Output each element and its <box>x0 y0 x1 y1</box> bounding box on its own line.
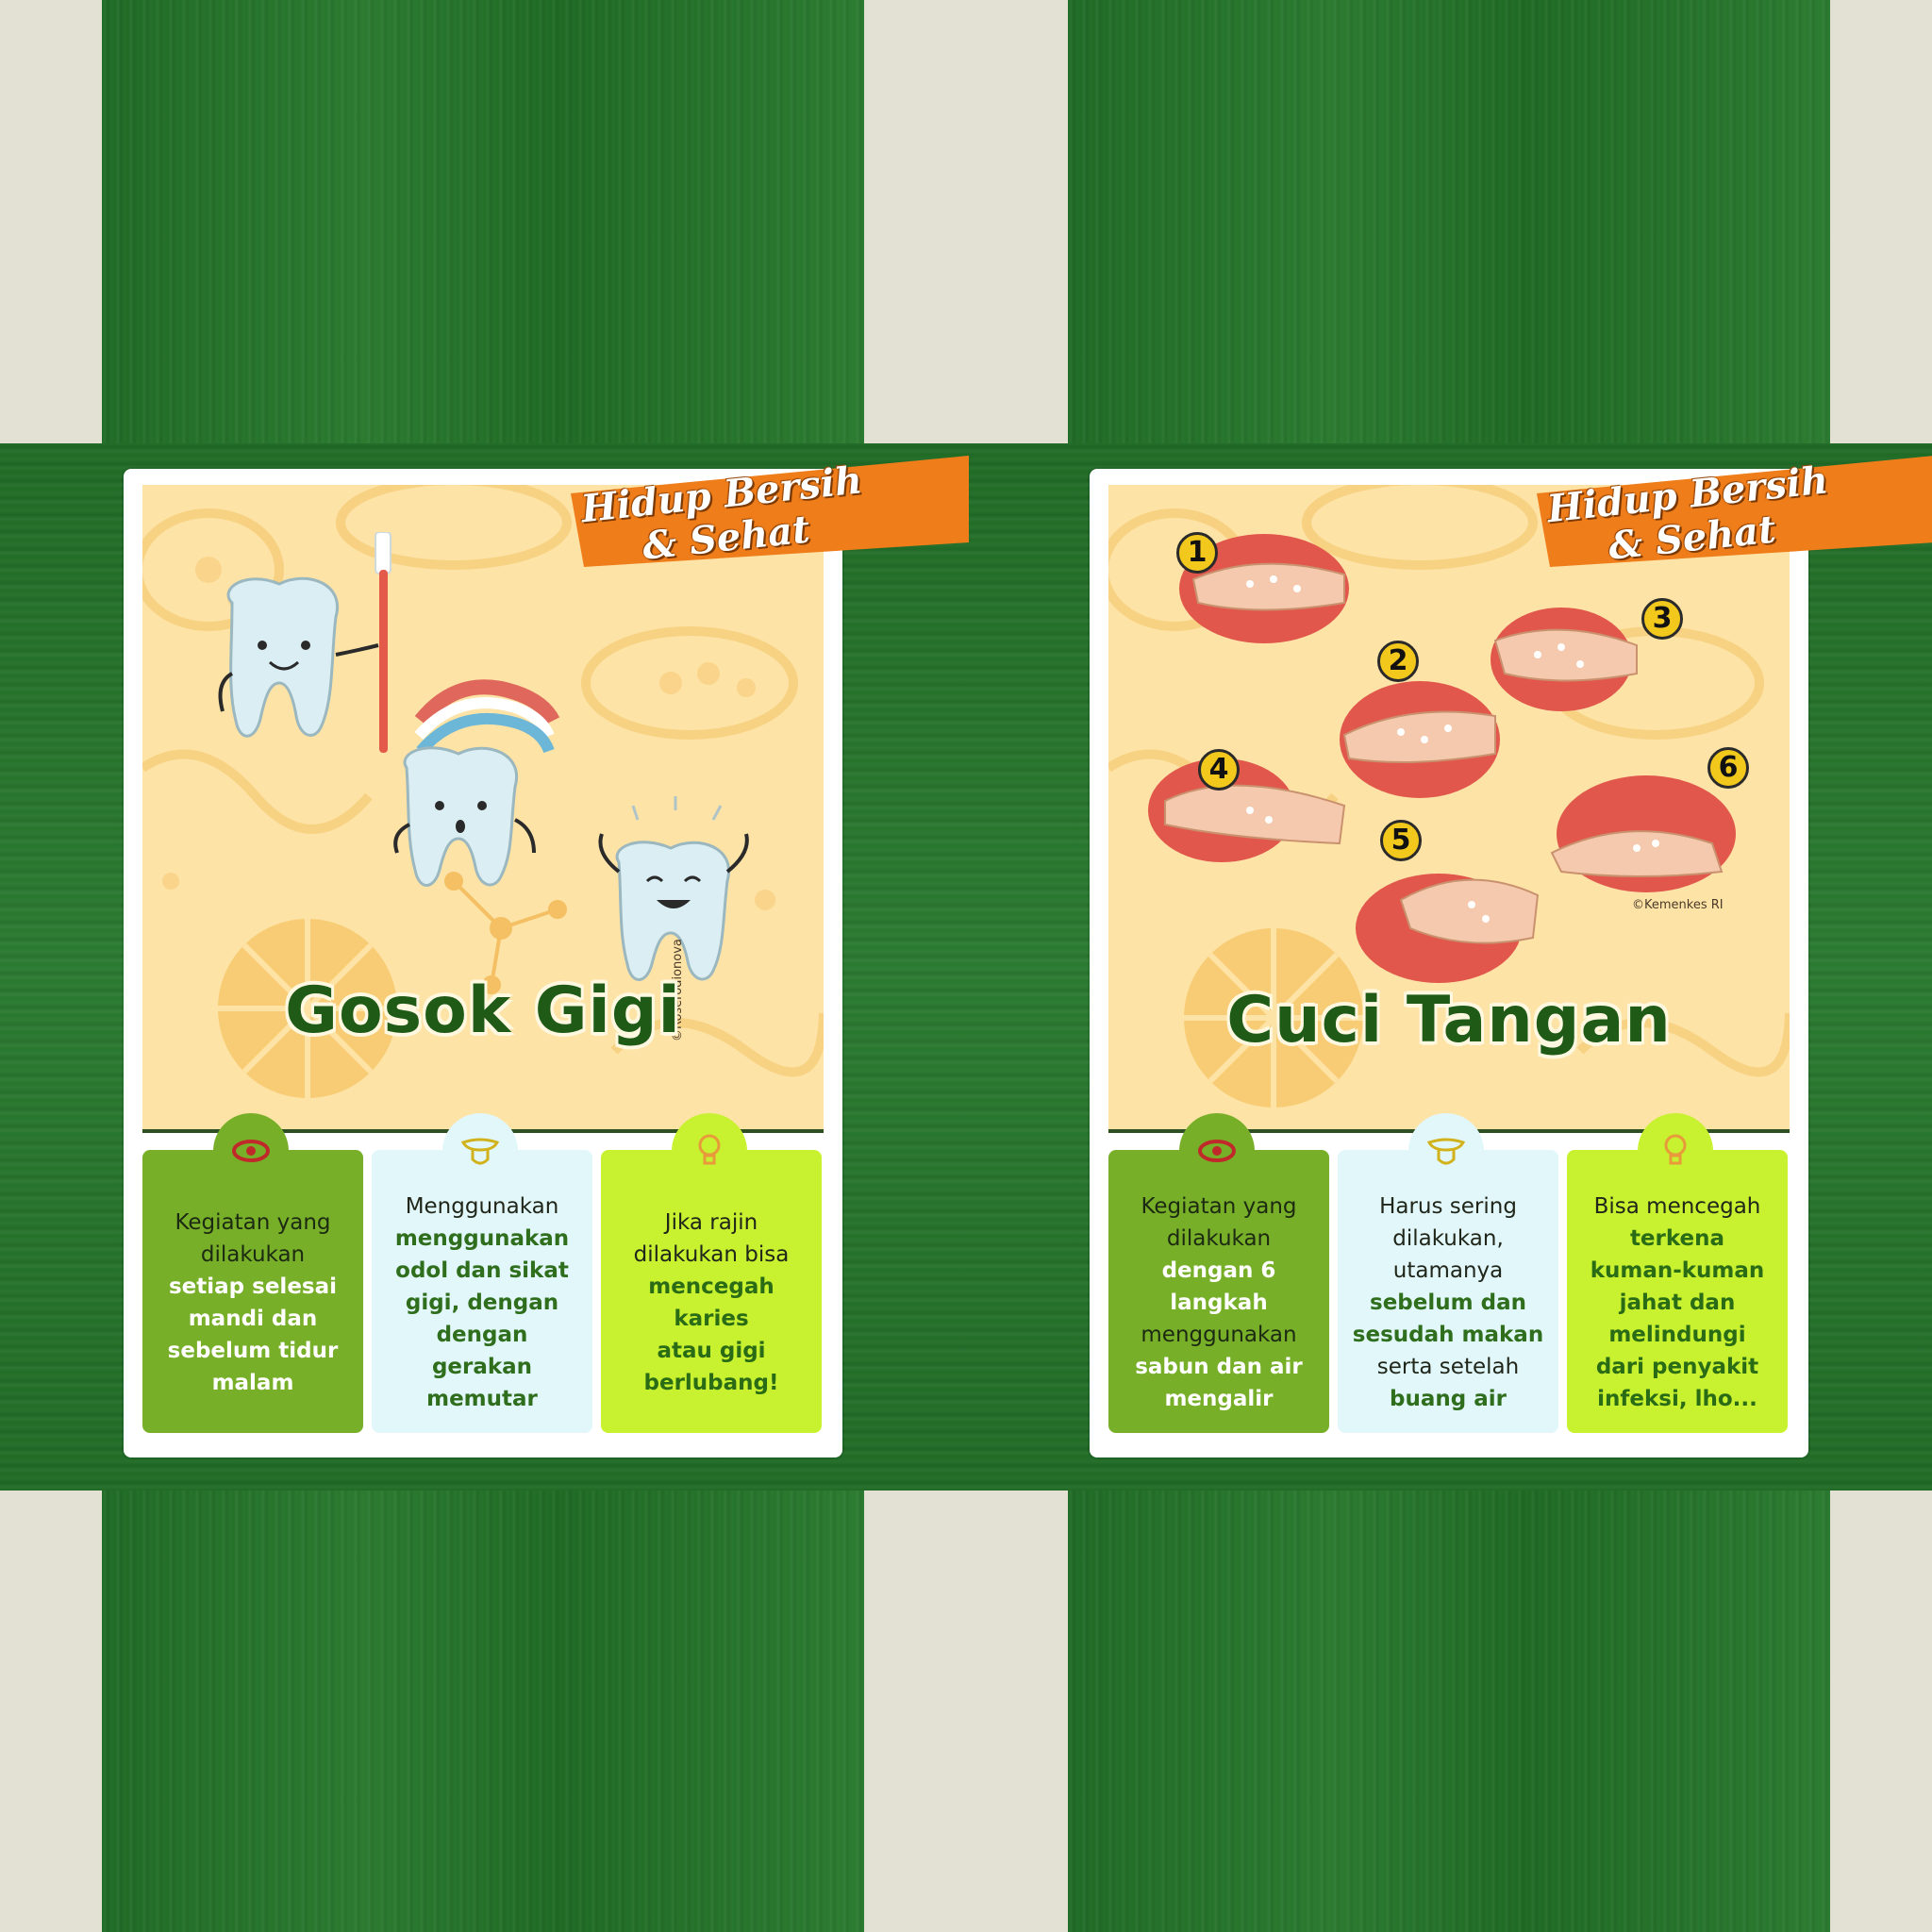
info-text-line: atau gigi <box>657 1339 766 1363</box>
info-text-line: melindungi <box>1608 1323 1746 1347</box>
info-text-line: jahat dan <box>1619 1291 1736 1315</box>
step-badge: 4 <box>1198 749 1240 791</box>
info-text-line: sebelum dan <box>1370 1291 1526 1315</box>
info-text-line: mandi dan <box>188 1307 318 1331</box>
info-box-activity: Kegiatan yang dilakukan setiap selesai m… <box>142 1150 363 1433</box>
info-text-line: sesudah makan <box>1352 1323 1544 1347</box>
card-title: Cuci Tangan <box>1226 983 1672 1058</box>
info-text-line: sebelum tidur <box>167 1339 339 1363</box>
info-text-line: dilakukan bisa <box>633 1242 790 1267</box>
step-number: 4 <box>1208 753 1229 786</box>
info-text-line: utamanya <box>1392 1258 1504 1283</box>
info-box-method: Menggunakan menggunakan odol dan sikat g… <box>372 1150 592 1433</box>
info-text-line: langkah <box>1170 1291 1268 1315</box>
info-text-line: sabun dan air <box>1135 1355 1303 1379</box>
info-text-line: menggunakan <box>394 1226 570 1251</box>
info-text-line: dari penyakit <box>1595 1355 1759 1379</box>
step-badge: 6 <box>1707 747 1749 789</box>
lightbulb-icon <box>1638 1113 1713 1189</box>
info-text-line: kuman-kuman <box>1590 1258 1765 1283</box>
step-number: 3 <box>1652 602 1673 635</box>
info-text-line: berlubang! <box>643 1371 779 1395</box>
info-text-line: infeksi, lho... <box>1597 1387 1757 1411</box>
step-badge: 1 <box>1176 532 1218 574</box>
info-text-line: mencegah karies <box>648 1274 774 1331</box>
lightbulb-icon <box>672 1113 747 1189</box>
step-badge: 3 <box>1641 598 1683 640</box>
info-box-method: Harus sering dilakukan, utamanya sebelum… <box>1338 1150 1558 1433</box>
card-gosok-gigi: ©Roserodionova Hidup Bersih & Sehat Goso… <box>124 456 969 1457</box>
info-text-line: Harus sering <box>1379 1194 1517 1219</box>
info-text-line: setiap selesai <box>168 1274 338 1299</box>
card-cuci-tangan: 1 2 3 4 5 6 ©Kemenkes RI Hidup Bersih & … <box>1090 456 1932 1457</box>
eye-icon <box>1179 1113 1255 1189</box>
info-text-line: buang air <box>1390 1387 1507 1411</box>
info-text-line: dengan gerakan <box>431 1323 533 1379</box>
tongue-icon <box>1408 1113 1484 1189</box>
info-box-benefit: Jika rajin dilakukan bisa mencegah karie… <box>601 1150 822 1433</box>
info-text-line: mengalir <box>1164 1387 1274 1411</box>
image-credit: ©Kemenkes RI <box>1632 898 1724 912</box>
tooth-with-brush-icon <box>218 532 391 753</box>
info-text-line: Kegiatan yang <box>175 1210 331 1235</box>
step-badge: 5 <box>1380 820 1422 861</box>
info-text-line: terkena <box>1629 1226 1725 1251</box>
info-text-line: Kegiatan yang <box>1141 1194 1297 1219</box>
info-text-line: dilakukan <box>200 1242 306 1267</box>
step-number: 5 <box>1391 824 1411 857</box>
step-number: 1 <box>1187 536 1208 569</box>
step-badge: 2 <box>1377 641 1419 682</box>
info-text-line: dengan 6 <box>1161 1258 1276 1283</box>
info-text-line: Bisa mencegah <box>1593 1194 1761 1219</box>
info-text-line: dilakukan, <box>1392 1226 1504 1251</box>
tooth-with-toothpaste-icon <box>393 679 560 887</box>
ribbon-banner: Hidup Bersih & Sehat <box>1529 456 1932 569</box>
ribbon-banner: Hidup Bersih & Sehat <box>563 456 969 569</box>
info-text-line: menggunakan <box>1141 1323 1297 1347</box>
info-text-line: dilakukan <box>1166 1226 1272 1251</box>
info-box-benefit: Bisa mencegah terkena kuman-kuman jahat … <box>1567 1150 1788 1433</box>
info-text-line: malam <box>211 1371 294 1395</box>
step-number: 6 <box>1718 751 1739 784</box>
info-text-line: Menggunakan <box>405 1194 559 1219</box>
info-text-line: serta setelah <box>1376 1355 1520 1379</box>
step-number: 2 <box>1388 644 1408 677</box>
card-title: Gosok Gigi <box>285 974 681 1048</box>
info-text-line: Jika rajin <box>664 1210 758 1235</box>
eye-icon <box>213 1113 289 1189</box>
info-text-line: odol dan sikat <box>395 1258 569 1283</box>
info-text-line: memutar <box>426 1387 538 1411</box>
info-box-activity: Kegiatan yang dilakukan dengan 6 langkah… <box>1108 1150 1329 1433</box>
tongue-icon <box>442 1113 518 1189</box>
info-text-line: gigi, dengan <box>405 1291 559 1315</box>
